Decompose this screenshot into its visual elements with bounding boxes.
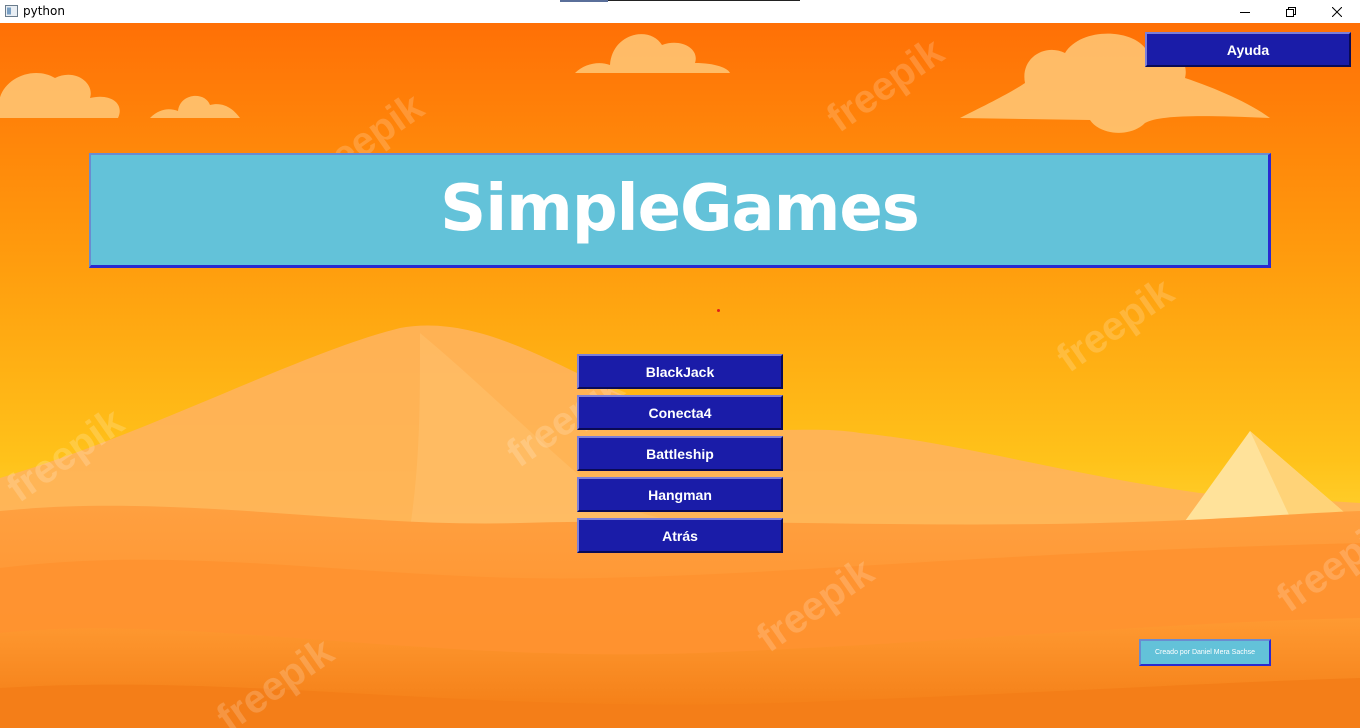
app-icon <box>5 5 18 17</box>
back-button[interactable]: Atrás <box>577 518 783 553</box>
game-canvas: freepik freepik freepik freepik freepik … <box>0 23 1360 728</box>
blackjack-button[interactable]: BlackJack <box>577 354 783 389</box>
app-title: SimpleGames <box>440 172 920 246</box>
cursor-dot <box>717 309 720 312</box>
help-button[interactable]: Ayuda <box>1145 32 1351 67</box>
conecta4-button[interactable]: Conecta4 <box>577 395 783 430</box>
restore-icon <box>1286 6 1296 17</box>
minimize-button[interactable] <box>1222 0 1268 23</box>
credit-label: Creado por Daniel Mera Sachse <box>1139 639 1271 666</box>
window-titlebar: python <box>0 0 1360 23</box>
title-banner: SimpleGames <box>89 153 1271 268</box>
restore-button[interactable] <box>1268 0 1314 23</box>
close-icon <box>1332 6 1342 17</box>
close-button[interactable] <box>1314 0 1360 23</box>
battleship-button[interactable]: Battleship <box>577 436 783 471</box>
titlebar-accent <box>560 0 608 2</box>
window-title: python <box>23 4 65 18</box>
hangman-button[interactable]: Hangman <box>577 477 783 512</box>
minimize-icon <box>1240 11 1250 13</box>
